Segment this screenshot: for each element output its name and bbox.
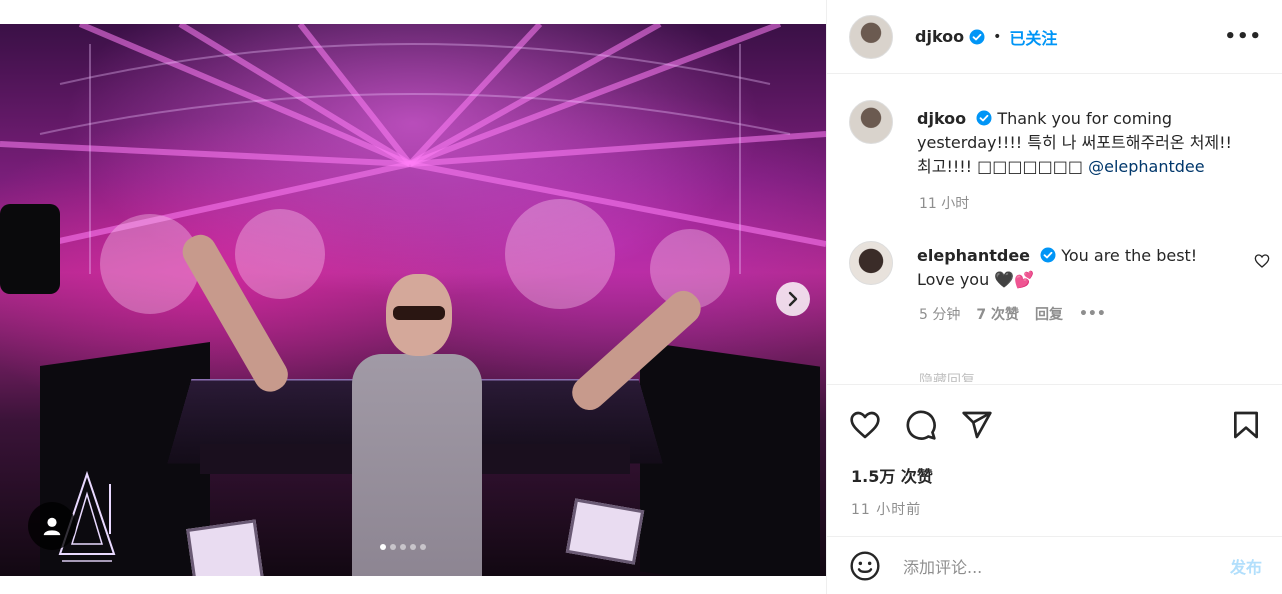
add-comment-bar: 添加评论... 发布 <box>827 536 1282 594</box>
comment-more-button[interactable]: ••• <box>1079 306 1106 322</box>
comment-meta: 5 分钟 7 次赞 回复 ••• <box>919 304 1282 324</box>
post-side-panel: djkoo • 已关注 ••• djkoo Thank you for comi… <box>826 0 1282 594</box>
dj-sunglasses <box>393 306 445 320</box>
author-username[interactable]: djkoo <box>915 27 964 46</box>
carousel-indicator <box>380 544 426 550</box>
comment-item: elephantdee You are the best! Love you 🖤… <box>827 241 1282 292</box>
carousel-dot <box>390 544 396 550</box>
header-separator: • <box>993 28 1002 45</box>
ellipsis-icon[interactable]: ••• <box>1224 26 1262 47</box>
comment-input[interactable]: 添加评论... <box>903 554 1230 578</box>
caption: djkoo Thank you for coming yesterday!!!!… <box>827 100 1282 179</box>
following-button[interactable]: 已关注 <box>1009 25 1057 49</box>
hidden-replies-text[interactable]: 隐藏回复 <box>919 370 1009 382</box>
verified-badge-icon <box>1040 247 1056 263</box>
likes-count[interactable]: 1.5万 次赞 <box>851 463 1282 487</box>
comment-like-heart-icon[interactable] <box>1254 253 1270 269</box>
caption-mention-link[interactable]: @elephantdee <box>1088 157 1205 176</box>
comment-reply-button[interactable]: 回复 <box>1035 304 1063 324</box>
carousel-dot <box>420 544 426 550</box>
caption-meta: 11 小时 <box>919 193 1282 213</box>
carousel-next-button[interactable] <box>776 282 810 316</box>
post-header: djkoo • 已关注 ••• <box>827 0 1282 74</box>
stage-light-left <box>186 519 264 576</box>
verified-badge-icon <box>976 110 992 126</box>
comment-time: 5 分钟 <box>919 307 961 323</box>
caption-author-avatar[interactable] <box>849 100 893 144</box>
heart-icon[interactable] <box>849 409 881 441</box>
share-icon[interactable] <box>961 409 993 441</box>
user-tag-icon <box>43 517 61 536</box>
caption-username[interactable]: djkoo <box>917 109 966 128</box>
chevron-right-icon <box>788 291 798 307</box>
tagged-users-button[interactable] <box>28 502 76 550</box>
camera-graphic <box>0 204 60 294</box>
caption-time: 11 小时 <box>919 196 970 212</box>
speaker-right <box>640 341 820 576</box>
carousel-dot <box>410 544 416 550</box>
bookmark-icon[interactable] <box>1230 409 1262 441</box>
post-time: 11 小时前 <box>851 502 922 518</box>
carousel-dot <box>380 544 386 550</box>
post-comment-button[interactable]: 发布 <box>1230 554 1262 578</box>
smiley-icon[interactable] <box>849 550 881 582</box>
commenter-avatar[interactable] <box>849 241 893 285</box>
comments-list[interactable]: djkoo Thank you for coming yesterday!!!!… <box>827 74 1282 384</box>
author-avatar[interactable] <box>849 14 893 59</box>
post-photo[interactable] <box>0 24 826 576</box>
comment-likes-count[interactable]: 7 次赞 <box>976 304 1019 324</box>
carousel-dot <box>400 544 406 550</box>
comment-icon[interactable] <box>905 409 937 441</box>
commenter-username[interactable]: elephantdee <box>917 246 1030 265</box>
verified-badge-icon <box>969 29 985 44</box>
post-actions: 1.5万 次赞 11 小时前 <box>827 384 1282 534</box>
comment-emoji: 🖤💕 <box>994 270 1035 289</box>
stage-light-right <box>565 498 645 565</box>
dj-figure <box>352 354 482 576</box>
